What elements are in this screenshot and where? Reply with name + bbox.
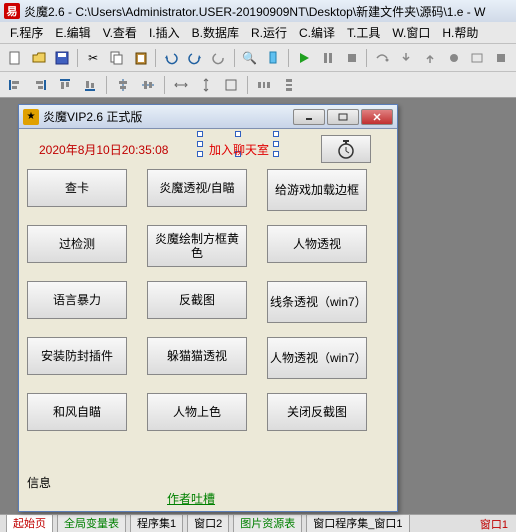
btn-char-esp-win7[interactable]: 人物透视（win7） bbox=[267, 337, 367, 379]
tab-trail[interactable]: 窗口1 bbox=[480, 516, 510, 532]
tab-procset1[interactable]: 程序集1 bbox=[130, 514, 183, 532]
btn-load-border[interactable]: 给游戏加载边框 bbox=[267, 169, 367, 211]
btn-line-esp-win7[interactable]: 线条透视（win7） bbox=[267, 281, 367, 323]
document-tabs: 起始页 全局变量表 程序集1 窗口2 图片资源表 窗口程序集_窗口1 窗口1 bbox=[0, 514, 516, 532]
author-comment-link[interactable]: 作者吐槽 bbox=[167, 490, 215, 507]
align-bottom-icon[interactable] bbox=[79, 74, 101, 96]
selection-handle[interactable] bbox=[197, 141, 203, 147]
dist-h-icon[interactable] bbox=[253, 74, 275, 96]
btn-character-esp[interactable]: 人物透视 bbox=[267, 225, 367, 263]
new-file-icon[interactable] bbox=[4, 47, 26, 69]
build-icon[interactable] bbox=[490, 47, 512, 69]
child-window-icon: ★ bbox=[23, 109, 39, 125]
selection-handle[interactable] bbox=[197, 151, 203, 157]
toolbar-1: ✂ 🔍 bbox=[0, 44, 516, 72]
save-icon[interactable] bbox=[52, 47, 74, 69]
breakpoint-icon[interactable] bbox=[443, 47, 465, 69]
btn-anti-screenshot[interactable]: 反截图 bbox=[147, 281, 247, 319]
selection-handle[interactable] bbox=[273, 141, 279, 147]
copy-icon[interactable] bbox=[106, 47, 128, 69]
join-chat-label[interactable]: 加入聊天室 bbox=[209, 141, 269, 158]
center-v-icon[interactable] bbox=[137, 74, 159, 96]
main-title-bar: 易 炎魔2.6 - C:\Users\Administrator.USER-20… bbox=[0, 0, 516, 22]
btn-anti-ban-plugin[interactable]: 安装防封插件 bbox=[27, 337, 127, 375]
find-icon[interactable]: 🔍 bbox=[239, 47, 261, 69]
selection-handle[interactable] bbox=[235, 131, 241, 137]
btn-pass-detection[interactable]: 过检测 bbox=[27, 225, 127, 263]
main-title-text: 炎魔2.6 - C:\Users\Administrator.USER-2019… bbox=[24, 3, 485, 20]
button-grid: 查卡 炎魔透视/自瞄 给游戏加载边框 过检测 炎魔绘制方框黄色 人物透视 语言暴… bbox=[27, 169, 387, 445]
pause-icon[interactable] bbox=[317, 47, 339, 69]
cut-icon[interactable]: ✂ bbox=[82, 47, 104, 69]
bookmark-icon[interactable] bbox=[262, 47, 284, 69]
btn-hidecat-esp[interactable]: 躲猫猫透视 bbox=[147, 337, 247, 375]
center-h-icon[interactable] bbox=[112, 74, 134, 96]
workspace: ★ 炎魔VIP2.6 正式版 2020年8月10日20:35:08 加入聊天室 bbox=[0, 98, 516, 514]
selection-handle[interactable] bbox=[273, 151, 279, 157]
selection-handle[interactable] bbox=[273, 131, 279, 137]
menu-bar: F.程序 E.编辑 V.查看 I.插入 B.数据库 R.运行 C.编译 T.工具… bbox=[0, 22, 516, 44]
minimize-button[interactable] bbox=[293, 109, 325, 125]
menu-insert[interactable]: I.插入 bbox=[143, 22, 186, 43]
align-top-icon[interactable] bbox=[54, 74, 76, 96]
run-icon[interactable] bbox=[293, 47, 315, 69]
close-button[interactable] bbox=[361, 109, 393, 125]
btn-char-color[interactable]: 人物上色 bbox=[147, 393, 247, 431]
menu-window[interactable]: W.窗口 bbox=[386, 22, 436, 43]
toolbar-2 bbox=[0, 72, 516, 98]
child-title-text: 炎魔VIP2.6 正式版 bbox=[43, 108, 142, 125]
menu-run[interactable]: R.运行 bbox=[245, 22, 293, 43]
menu-view[interactable]: V.查看 bbox=[97, 22, 143, 43]
same-size-icon[interactable] bbox=[220, 74, 242, 96]
stopwatch-icon bbox=[336, 139, 356, 159]
redo-icon[interactable] bbox=[184, 47, 206, 69]
menu-compile[interactable]: C.编译 bbox=[293, 22, 341, 43]
align-right-icon[interactable] bbox=[29, 74, 51, 96]
info-label: 信息 bbox=[27, 474, 51, 491]
tab-image-res[interactable]: 图片资源表 bbox=[233, 514, 302, 532]
selection-handle[interactable] bbox=[197, 131, 203, 137]
btn-draw-box-yellow[interactable]: 炎魔绘制方框黄色 bbox=[147, 225, 247, 267]
menu-help[interactable]: H.帮助 bbox=[436, 22, 484, 43]
paste-icon[interactable] bbox=[130, 47, 152, 69]
tab-globals[interactable]: 全局变量表 bbox=[57, 514, 126, 532]
app-icon: 易 bbox=[4, 3, 20, 19]
btn-perspective-aim[interactable]: 炎魔透视/自瞄 bbox=[147, 169, 247, 207]
btn-close-anti-ss[interactable]: 关闭反截图 bbox=[267, 393, 367, 431]
timestamp-label: 2020年8月10日20:35:08 bbox=[39, 141, 168, 158]
dist-v-icon[interactable] bbox=[278, 74, 300, 96]
redo2-icon[interactable] bbox=[208, 47, 230, 69]
menu-tools[interactable]: T.工具 bbox=[341, 22, 386, 43]
tab-window2[interactable]: 窗口2 bbox=[187, 514, 229, 532]
menu-edit[interactable]: E.编辑 bbox=[49, 22, 96, 43]
watch-icon[interactable] bbox=[466, 47, 488, 69]
align-left-icon[interactable] bbox=[4, 74, 26, 96]
child-title-bar[interactable]: ★ 炎魔VIP2.6 正式版 bbox=[19, 105, 397, 129]
open-file-icon[interactable] bbox=[28, 47, 50, 69]
same-width-icon[interactable] bbox=[170, 74, 192, 96]
form-panel[interactable]: 2020年8月10日20:35:08 加入聊天室 查卡 炎魔透视/自瞄 给游戏加… bbox=[19, 129, 397, 511]
menu-program[interactable]: F.程序 bbox=[4, 22, 49, 43]
step-out-icon[interactable] bbox=[419, 47, 441, 69]
same-height-icon[interactable] bbox=[195, 74, 217, 96]
step-over-icon[interactable] bbox=[371, 47, 393, 69]
form-designer-window: ★ 炎魔VIP2.6 正式版 2020年8月10日20:35:08 加入聊天室 bbox=[18, 104, 398, 512]
menu-database[interactable]: B.数据库 bbox=[186, 22, 245, 43]
stop-icon[interactable] bbox=[341, 47, 363, 69]
stopwatch-button[interactable] bbox=[321, 135, 371, 163]
maximize-button[interactable] bbox=[327, 109, 359, 125]
btn-check-card[interactable]: 查卡 bbox=[27, 169, 127, 207]
btn-hefeng-aim[interactable]: 和风自瞄 bbox=[27, 393, 127, 431]
tab-procset-win1[interactable]: 窗口程序集_窗口1 bbox=[306, 514, 409, 532]
step-into-icon[interactable] bbox=[395, 47, 417, 69]
undo-icon[interactable] bbox=[160, 47, 182, 69]
btn-verbal-abuse[interactable]: 语言暴力 bbox=[27, 281, 127, 319]
tab-start[interactable]: 起始页 bbox=[6, 514, 53, 532]
